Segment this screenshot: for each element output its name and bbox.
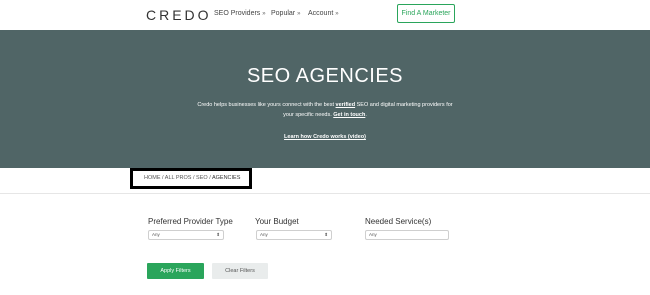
budget-select[interactable]: Any ⬍	[256, 230, 332, 240]
services-label: Needed Service(s)	[365, 217, 432, 226]
services-input[interactable]: Any	[365, 230, 449, 240]
nav-seo-providers[interactable]: SEO Providers»	[214, 10, 266, 17]
breadcrumb-text: HOME / ALL PROS / SEO / AGENCIES	[144, 175, 240, 181]
breadcrumb: HOME / ALL PROS / SEO / AGENCIES	[130, 168, 252, 189]
provider-type-value: Any	[152, 232, 160, 237]
breadcrumb-band	[0, 168, 650, 194]
provider-type-select[interactable]: Any ⬍	[148, 230, 224, 240]
video-link[interactable]: Learn how Credo works (video)	[0, 134, 650, 140]
hero-desc-period: .	[365, 112, 367, 118]
top-nav-bar: CREDO SEO Providers» Popular» Account» F…	[0, 0, 650, 30]
nav-seo-providers-label: SEO Providers	[214, 10, 261, 17]
chevron-right-icon: »	[262, 11, 266, 17]
hero-description: Credo helps businesses like yours connec…	[195, 100, 455, 120]
select-arrows-icon: ⬍	[324, 232, 328, 237]
chevron-right-icon: »	[335, 11, 339, 17]
nav-popular[interactable]: Popular»	[271, 10, 300, 17]
chevron-right-icon: »	[297, 11, 301, 17]
nav-account-label: Account	[308, 10, 334, 17]
services-value: Any	[369, 232, 377, 237]
verified-link[interactable]: verified	[336, 102, 356, 108]
select-arrows-icon: ⬍	[216, 232, 220, 237]
provider-type-label: Preferred Provider Type	[148, 217, 233, 226]
hero-banner: SEO AGENCIES Credo helps businesses like…	[0, 30, 650, 168]
budget-label: Your Budget	[255, 217, 299, 226]
nav-popular-label: Popular	[271, 10, 296, 17]
budget-value: Any	[260, 232, 268, 237]
nav-account[interactable]: Account»	[308, 10, 339, 17]
hero-desc-text: Credo helps businesses like yours connec…	[197, 102, 336, 108]
credo-logo[interactable]: CREDO	[146, 7, 212, 23]
find-a-marketer-button[interactable]: Find A Marketer	[397, 4, 455, 23]
clear-filters-button[interactable]: Clear Filters	[212, 263, 268, 279]
page-title: SEO AGENCIES	[246, 65, 404, 87]
get-in-touch-link[interactable]: Get in touch	[333, 112, 365, 118]
breadcrumb-current: AGENCIES	[211, 175, 241, 181]
apply-filters-button[interactable]: Apply Filters	[147, 263, 204, 279]
breadcrumb-path[interactable]: HOME / ALL PROS / SEO /	[144, 175, 212, 181]
